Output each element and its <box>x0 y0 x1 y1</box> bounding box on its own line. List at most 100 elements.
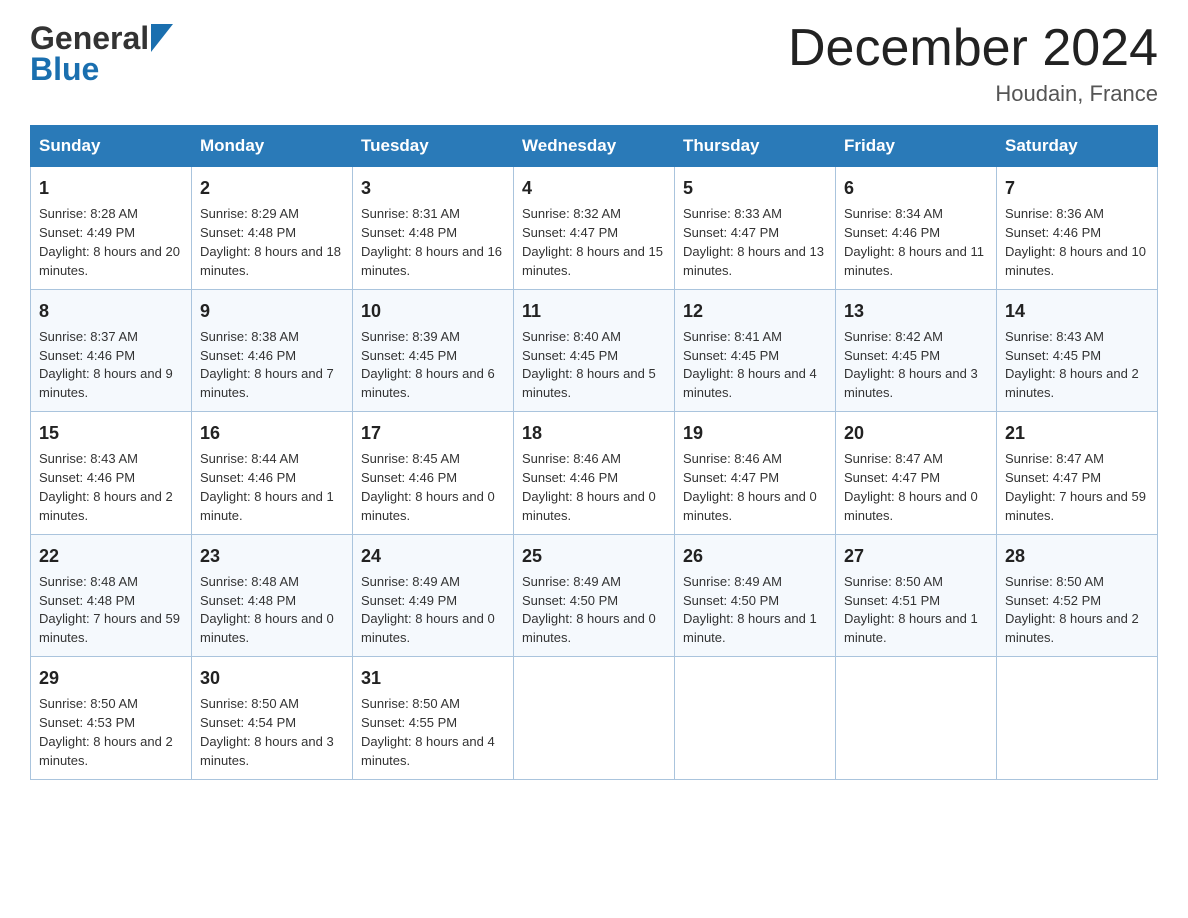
day-info: Sunrise: 8:40 AMSunset: 4:45 PMDaylight:… <box>522 329 656 401</box>
day-cell: 7 Sunrise: 8:36 AMSunset: 4:46 PMDaylight… <box>997 167 1158 289</box>
day-number: 23 <box>200 543 344 569</box>
day-info: Sunrise: 8:31 AMSunset: 4:48 PMDaylight:… <box>361 206 502 278</box>
logo: General Blue <box>30 20 173 88</box>
header-saturday: Saturday <box>997 126 1158 167</box>
day-info: Sunrise: 8:29 AMSunset: 4:48 PMDaylight:… <box>200 206 341 278</box>
day-cell: 29Sunrise: 8:50 AMSunset: 4:53 PMDayligh… <box>31 657 192 779</box>
month-title: December 2024 <box>788 20 1158 77</box>
day-number: 10 <box>361 298 505 324</box>
day-number: 28 <box>1005 543 1149 569</box>
day-cell: 15 Sunrise: 8:43 AMSunset: 4:46 PMDayligh… <box>31 412 192 534</box>
day-cell <box>997 657 1158 779</box>
day-info: Sunrise: 8:48 AMSunset: 4:48 PMDaylight:… <box>200 574 334 646</box>
day-number: 13 <box>844 298 988 324</box>
day-info: Sunrise: 8:50 AMSunset: 4:53 PMDaylight:… <box>39 696 173 768</box>
day-cell: 23 Sunrise: 8:48 AMSunset: 4:48 PMDayligh… <box>192 534 353 656</box>
day-cell: 20Sunrise: 8:47 AMSunset: 4:47 PMDayligh… <box>836 412 997 534</box>
day-info: Sunrise: 8:32 AMSunset: 4:47 PMDaylight:… <box>522 206 663 278</box>
day-cell: 14 Sunrise: 8:43 AMSunset: 4:45 PMDayligh… <box>997 289 1158 411</box>
week-row-2: 8Sunrise: 8:37 AMSunset: 4:46 PMDaylight… <box>31 289 1158 411</box>
header-monday: Monday <box>192 126 353 167</box>
day-number: 27 <box>844 543 988 569</box>
day-cell: 16 Sunrise: 8:44 AMSunset: 4:46 PMDayligh… <box>192 412 353 534</box>
day-cell: 3 Sunrise: 8:31 AMSunset: 4:48 PMDaylight… <box>353 167 514 289</box>
day-number: 12 <box>683 298 827 324</box>
day-info: Sunrise: 8:47 AMSunset: 4:47 PMDaylight:… <box>1005 451 1146 523</box>
day-number: 1 <box>39 175 183 201</box>
calendar-header: SundayMondayTuesdayWednesdayThursdayFrid… <box>31 126 1158 167</box>
day-number: 16 <box>200 420 344 446</box>
day-info: Sunrise: 8:44 AMSunset: 4:46 PMDaylight:… <box>200 451 334 523</box>
week-row-1: 1 Sunrise: 8:28 AMSunset: 4:49 PMDaylight… <box>31 167 1158 289</box>
day-cell: 24 Sunrise: 8:49 AMSunset: 4:49 PMDayligh… <box>353 534 514 656</box>
header-wednesday: Wednesday <box>514 126 675 167</box>
day-number: 31 <box>361 665 505 691</box>
day-cell: 27 Sunrise: 8:50 AMSunset: 4:51 PMDayligh… <box>836 534 997 656</box>
day-cell: 2 Sunrise: 8:29 AMSunset: 4:48 PMDaylight… <box>192 167 353 289</box>
day-number: 7 <box>1005 175 1149 201</box>
day-number: 17 <box>361 420 505 446</box>
day-info: Sunrise: 8:36 AMSunset: 4:46 PMDaylight:… <box>1005 206 1146 278</box>
day-cell: 22Sunrise: 8:48 AMSunset: 4:48 PMDayligh… <box>31 534 192 656</box>
day-cell: 8Sunrise: 8:37 AMSunset: 4:46 PMDaylight… <box>31 289 192 411</box>
day-info: Sunrise: 8:49 AMSunset: 4:50 PMDaylight:… <box>522 574 656 646</box>
day-cell: 30Sunrise: 8:50 AMSunset: 4:54 PMDayligh… <box>192 657 353 779</box>
day-number: 21 <box>1005 420 1149 446</box>
day-cell: 10 Sunrise: 8:39 AMSunset: 4:45 PMDayligh… <box>353 289 514 411</box>
day-info: Sunrise: 8:50 AMSunset: 4:52 PMDaylight:… <box>1005 574 1139 646</box>
day-cell: 4 Sunrise: 8:32 AMSunset: 4:47 PMDaylight… <box>514 167 675 289</box>
page-header: General Blue December 2024 Houdain, Fran… <box>30 20 1158 107</box>
day-cell: 17 Sunrise: 8:45 AMSunset: 4:46 PMDayligh… <box>353 412 514 534</box>
week-row-4: 22 Sunrise: 8:48 AMSunset: 4:48 PMDayligh… <box>31 534 1158 656</box>
day-info: Sunrise: 8:42 AMSunset: 4:45 PMDaylight:… <box>844 329 978 401</box>
day-info: Sunrise: 8:49 AMSunset: 4:49 PMDaylight:… <box>361 574 495 646</box>
day-number: 9 <box>200 298 344 324</box>
day-number: 6 <box>844 175 988 201</box>
day-info: Sunrise: 8:50 AMSunset: 4:51 PMDaylight:… <box>844 574 978 646</box>
calendar-body: 1 Sunrise: 8:28 AMSunset: 4:49 PMDaylight… <box>31 167 1158 779</box>
header-row: SundayMondayTuesdayWednesdayThursdayFrid… <box>31 126 1158 167</box>
day-cell: 5Sunrise: 8:33 AMSunset: 4:47 PMDaylight… <box>675 167 836 289</box>
day-number: 8 <box>39 298 183 324</box>
day-cell: 18 Sunrise: 8:46 AMSunset: 4:46 PMDayligh… <box>514 412 675 534</box>
day-number: 11 <box>522 298 666 324</box>
day-cell: 1 Sunrise: 8:28 AMSunset: 4:49 PMDaylight… <box>31 167 192 289</box>
day-info: Sunrise: 8:41 AMSunset: 4:45 PMDaylight:… <box>683 329 817 401</box>
calendar-table: SundayMondayTuesdayWednesdayThursdayFrid… <box>30 125 1158 779</box>
day-info: Sunrise: 8:38 AMSunset: 4:46 PMDaylight:… <box>200 329 334 401</box>
day-number: 3 <box>361 175 505 201</box>
day-number: 18 <box>522 420 666 446</box>
day-number: 25 <box>522 543 666 569</box>
day-cell: 13 Sunrise: 8:42 AMSunset: 4:45 PMDayligh… <box>836 289 997 411</box>
day-info: Sunrise: 8:39 AMSunset: 4:45 PMDaylight:… <box>361 329 495 401</box>
day-info: Sunrise: 8:34 AMSunset: 4:46 PMDaylight:… <box>844 206 984 278</box>
day-info: Sunrise: 8:50 AMSunset: 4:55 PMDaylight:… <box>361 696 495 768</box>
day-info: Sunrise: 8:46 AMSunset: 4:47 PMDaylight:… <box>683 451 817 523</box>
day-info: Sunrise: 8:43 AMSunset: 4:45 PMDaylight:… <box>1005 329 1139 401</box>
day-info: Sunrise: 8:43 AMSunset: 4:46 PMDaylight:… <box>39 451 173 523</box>
day-cell: 26Sunrise: 8:49 AMSunset: 4:50 PMDayligh… <box>675 534 836 656</box>
header-thursday: Thursday <box>675 126 836 167</box>
day-info: Sunrise: 8:33 AMSunset: 4:47 PMDaylight:… <box>683 206 824 278</box>
day-cell: 28 Sunrise: 8:50 AMSunset: 4:52 PMDayligh… <box>997 534 1158 656</box>
day-info: Sunrise: 8:50 AMSunset: 4:54 PMDaylight:… <box>200 696 334 768</box>
header-tuesday: Tuesday <box>353 126 514 167</box>
day-number: 22 <box>39 543 183 569</box>
day-cell: 6 Sunrise: 8:34 AMSunset: 4:46 PMDaylight… <box>836 167 997 289</box>
day-cell <box>514 657 675 779</box>
day-number: 14 <box>1005 298 1149 324</box>
day-info: Sunrise: 8:46 AMSunset: 4:46 PMDaylight:… <box>522 451 656 523</box>
day-number: 24 <box>361 543 505 569</box>
day-info: Sunrise: 8:28 AMSunset: 4:49 PMDaylight:… <box>39 206 180 278</box>
day-info: Sunrise: 8:49 AMSunset: 4:50 PMDaylight:… <box>683 574 817 646</box>
day-number: 15 <box>39 420 183 446</box>
day-cell: 25 Sunrise: 8:49 AMSunset: 4:50 PMDayligh… <box>514 534 675 656</box>
week-row-5: 29Sunrise: 8:50 AMSunset: 4:53 PMDayligh… <box>31 657 1158 779</box>
day-cell: 21 Sunrise: 8:47 AMSunset: 4:47 PMDayligh… <box>997 412 1158 534</box>
day-cell: 31 Sunrise: 8:50 AMSunset: 4:55 PMDayligh… <box>353 657 514 779</box>
day-number: 2 <box>200 175 344 201</box>
logo-icon <box>151 24 173 52</box>
day-number: 4 <box>522 175 666 201</box>
day-info: Sunrise: 8:45 AMSunset: 4:46 PMDaylight:… <box>361 451 495 523</box>
header-friday: Friday <box>836 126 997 167</box>
